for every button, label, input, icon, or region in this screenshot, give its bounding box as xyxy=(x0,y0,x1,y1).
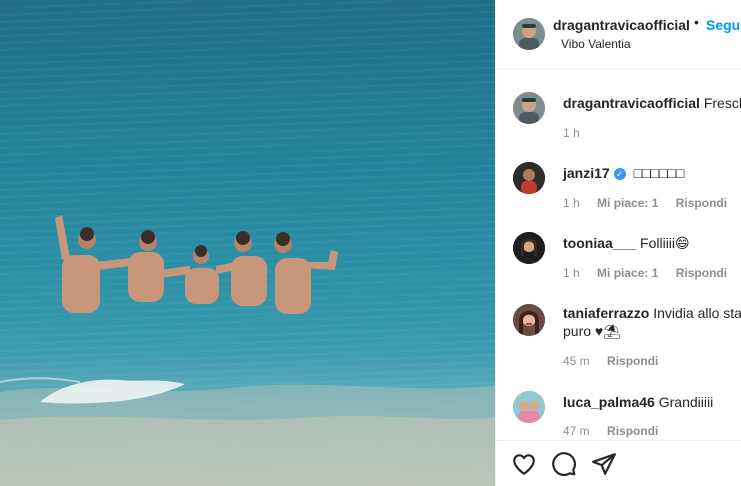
post-location[interactable]: Vibo Valentia xyxy=(561,37,631,51)
reply-button[interactable]: Rispondi xyxy=(607,424,658,438)
post-header: dragantravicaofficial • Segui Vibo Valen… xyxy=(496,0,741,69)
paper-plane-icon[interactable] xyxy=(591,451,617,477)
post-author-username[interactable]: dragantravicaofficial xyxy=(553,17,690,33)
comment-bubble-icon[interactable] xyxy=(551,451,577,477)
comment-likes[interactable]: Mi piace: 1 xyxy=(597,266,658,280)
photo-scene xyxy=(0,215,495,486)
comment-text: Freschin xyxy=(703,95,741,111)
caption: dragantravicaofficial Freschin 1 h xyxy=(496,88,741,148)
comment-text: □□□□□□ xyxy=(633,165,685,181)
avatar[interactable] xyxy=(513,92,545,124)
avatar[interactable] xyxy=(513,162,545,194)
verified-badge-icon: ✓ xyxy=(613,168,626,181)
comment-username[interactable]: janzi17 xyxy=(563,165,610,181)
comment-item: tooniaa___ Folliiii😄 1 h Mi piace: 1 Ris… xyxy=(496,228,741,288)
comment-item: luca_palma46 Grandiiiii 47 m Rispondi xyxy=(496,388,741,440)
comment-text: Grandiiiii xyxy=(658,394,714,410)
comment-item: janzi17 ✓ □□□□□□ 1 h Mi piace: 1 Rispondi xyxy=(496,158,741,218)
post-photo[interactable] xyxy=(0,0,495,486)
comment-time[interactable]: 1 h xyxy=(563,126,580,140)
heart-icon[interactable] xyxy=(511,451,537,477)
reply-button[interactable]: Rispondi xyxy=(676,196,727,210)
comments-panel: dragantravicaofficial • Segui Vibo Valen… xyxy=(495,0,741,486)
comment-item: taniaferrazzo Invidia allo stat puro ♥⛱ … xyxy=(496,298,741,378)
comment-username[interactable]: luca_palma46 xyxy=(563,394,655,410)
comment-time[interactable]: 1 h xyxy=(563,266,580,280)
post-actions-bar xyxy=(496,440,741,486)
comment-username[interactable]: taniaferrazzo xyxy=(563,305,649,321)
avatar[interactable] xyxy=(513,18,545,50)
comment-text-continued: puro ♥⛱ xyxy=(563,323,621,339)
separator-dot: • xyxy=(694,14,699,30)
comment-username[interactable]: tooniaa___ xyxy=(563,235,636,251)
comment-time[interactable]: 45 m xyxy=(563,354,590,368)
comment-likes[interactable]: Mi piace: 1 xyxy=(597,196,658,210)
avatar[interactable] xyxy=(513,391,545,423)
comment-username[interactable]: dragantravicaofficial xyxy=(563,95,700,111)
avatar[interactable] xyxy=(513,232,545,264)
comment-time[interactable]: 47 m xyxy=(563,424,590,438)
comment-time[interactable]: 1 h xyxy=(563,196,580,210)
follow-button[interactable]: Segui xyxy=(706,17,741,33)
avatar[interactable] xyxy=(513,304,545,336)
comment-text: Invidia allo stat xyxy=(653,305,741,321)
comment-text: Folliiii😄 xyxy=(640,235,690,251)
reply-button[interactable]: Rispondi xyxy=(607,354,658,368)
reply-button[interactable]: Rispondi xyxy=(676,266,727,280)
